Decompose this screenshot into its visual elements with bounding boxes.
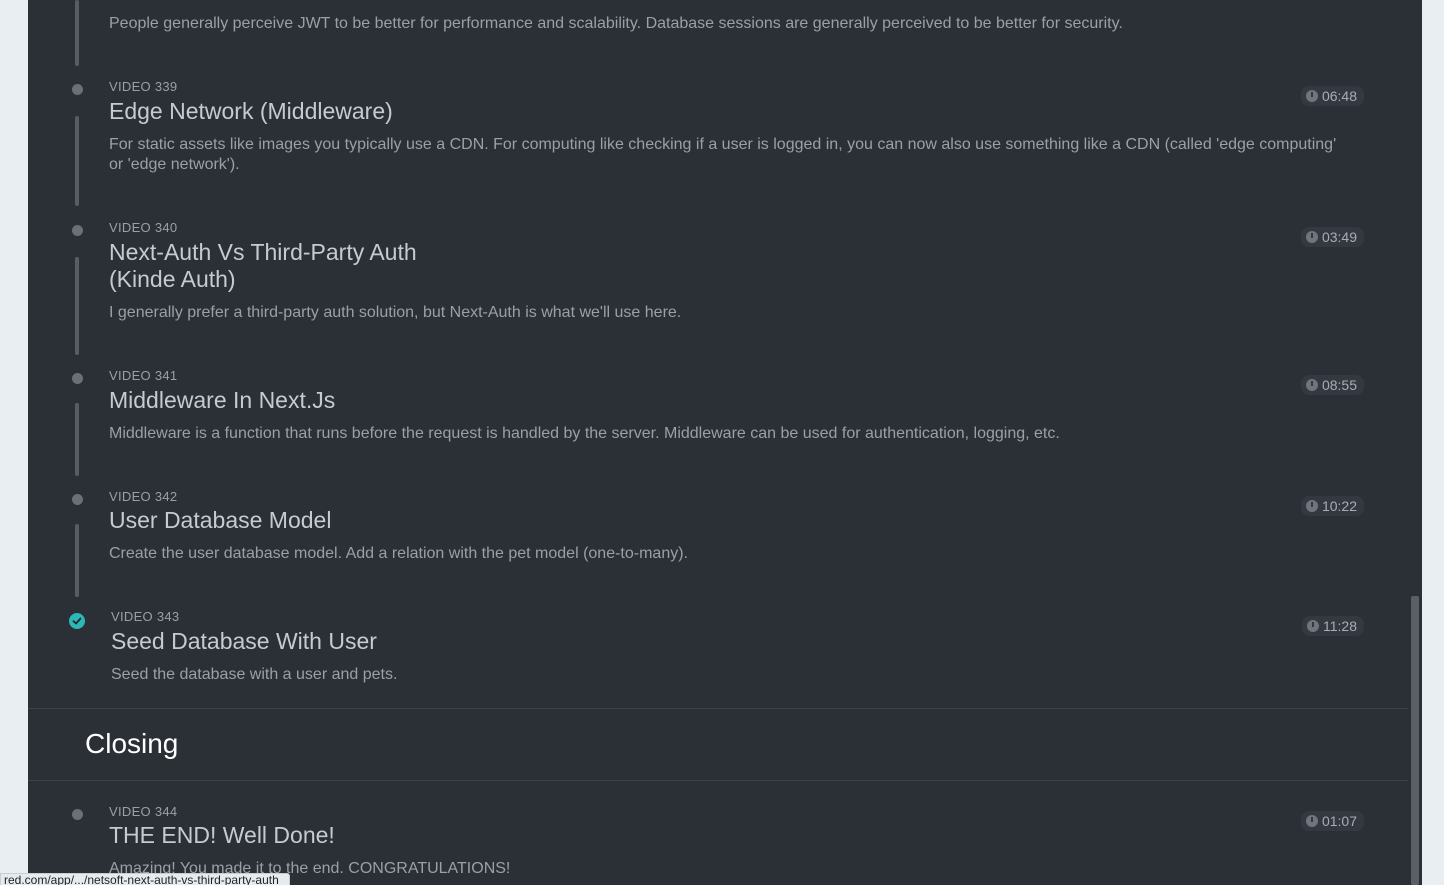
timeline-line [75,116,79,206]
lesson-title[interactable]: User Database Model [109,507,331,534]
lesson-title[interactable]: Middleware In Next.Js [109,387,335,414]
duration-badge: 01:07 [1300,811,1364,831]
lesson-status-dot [72,373,83,384]
lesson-status-dot [72,809,83,820]
scrollbar[interactable] [1410,0,1420,885]
lesson-number: VIDEO 342 [109,489,178,504]
clock-icon [1307,620,1319,632]
lesson-number: VIDEO 343 [111,609,180,624]
duration-badge: 03:49 [1300,227,1364,247]
lesson-description: For static assets like images you typica… [109,136,1337,173]
lesson-description: Seed the database with a user and pets. [111,666,398,683]
duration-badge: 10:22 [1300,496,1364,516]
lesson-title[interactable]: THE END! Well Done! [109,822,335,849]
duration-badge: 11:28 [1302,616,1364,636]
lesson-title[interactable]: Next-Auth Vs Third-Party Auth (Kinde Aut… [109,239,469,293]
lesson-number: VIDEO 339 [109,79,178,94]
duration-value: 01:07 [1321,813,1357,829]
scrollbar-thumb[interactable] [1411,596,1419,885]
lesson-description: I generally prefer a third-party auth so… [109,304,682,321]
lesson-description: Create the user database model. Add a re… [109,545,688,562]
timeline-line [75,524,79,597]
timeline-line [75,0,79,66]
completed-check-icon[interactable] [69,613,85,629]
lesson-status-dot [72,84,83,95]
section-divider [28,780,1408,781]
course-content-panel: People generally perceive JWT to be bett… [28,0,1422,885]
status-bar-url: red.com/app/.../netsoft-next-auth-vs-thi… [0,873,290,885]
clock-icon [1305,231,1318,243]
lesson-title[interactable]: Edge Network (Middleware) [109,98,393,125]
timeline-line [75,257,79,355]
lesson-number: VIDEO 341 [109,368,178,383]
lesson-number: VIDEO 344 [109,804,178,819]
section-divider [28,708,1408,709]
lesson-status-dot [72,494,83,505]
section-heading: Closing [85,728,179,759]
duration-value: 08:55 [1321,377,1357,393]
duration-value: 11:28 [1323,618,1357,634]
duration-value: 03:49 [1321,229,1357,245]
clock-icon [1305,379,1318,391]
duration-value: 10:22 [1321,498,1357,514]
lesson-title[interactable]: Seed Database With User [111,628,377,655]
clock-icon [1305,500,1318,512]
duration-badge: 06:48 [1300,86,1364,106]
lesson-number: VIDEO 340 [109,220,178,235]
lesson-description: People generally perceive JWT to be bett… [109,15,1123,32]
clock-icon [1305,90,1318,102]
lesson-description: Middleware is a function that runs befor… [109,425,1060,442]
clock-icon [1305,815,1318,827]
timeline-line [75,403,79,476]
duration-badge: 08:55 [1300,375,1364,395]
lesson-status-dot [72,225,83,236]
page: People generally perceive JWT to be bett… [0,0,1444,885]
duration-value: 06:48 [1321,88,1357,104]
